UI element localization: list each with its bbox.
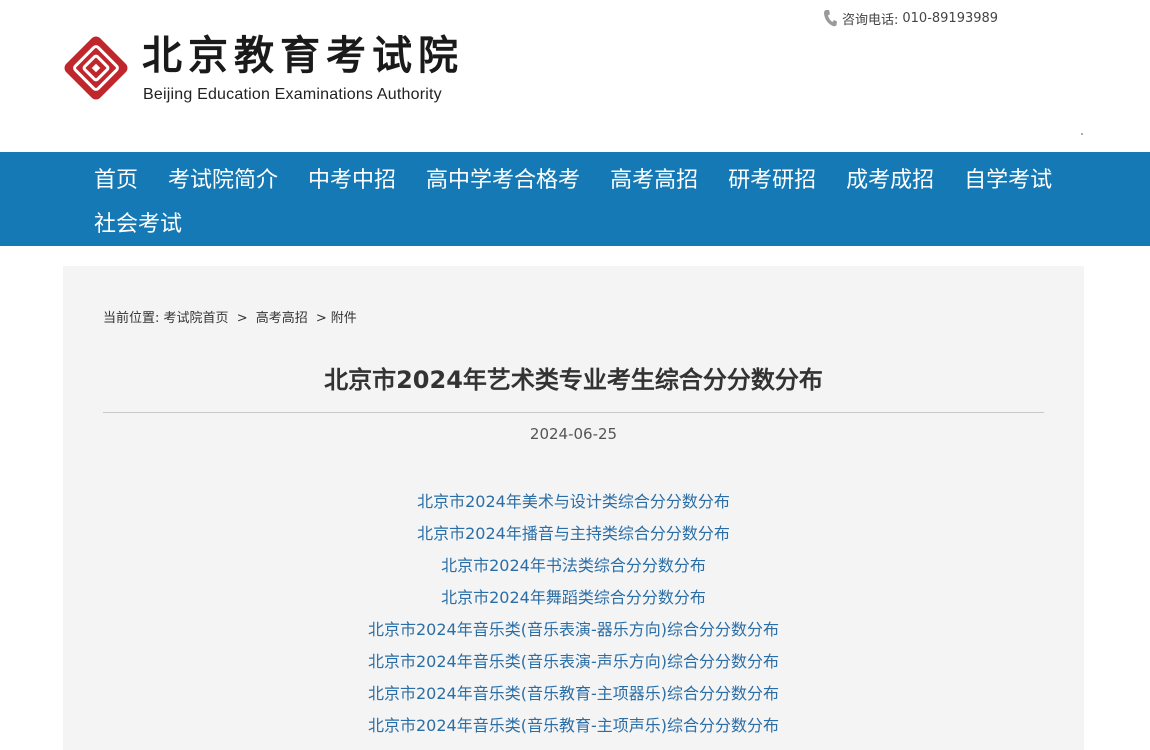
list-item: 北京市2024年书法类综合分分数分布 bbox=[63, 554, 1084, 586]
phone-icon bbox=[824, 10, 837, 27]
attachment-link[interactable]: 北京市2024年音乐类(音乐表演-声乐方向)综合分分数分布 bbox=[368, 652, 779, 671]
nav-item-yankao[interactable]: 研考研招 bbox=[728, 159, 816, 203]
nav-item-xuekao[interactable]: 高中学考合格考 bbox=[426, 159, 580, 203]
attachment-link[interactable]: 北京市2024年音乐类(音乐教育-主项声乐)综合分分数分布 bbox=[368, 716, 779, 735]
contact-phone: 010-89193989 bbox=[902, 10, 999, 26]
breadcrumb-current: 附件 bbox=[330, 311, 357, 326]
nav-item-shehui[interactable]: 社会考试 bbox=[94, 203, 182, 247]
breadcrumb: 当前位置: 考试院首页 > 高考高招 > 附件 bbox=[103, 307, 357, 326]
attachment-link[interactable]: 北京市2024年书法类综合分分数分布 bbox=[441, 556, 706, 575]
site-header: 北京教育考试院 Beijing Education Examinations A… bbox=[0, 0, 1150, 152]
list-item: 北京市2024年美术与设计类综合分分数分布 bbox=[63, 490, 1084, 522]
title-divider bbox=[103, 412, 1044, 413]
decorative-dot bbox=[1081, 133, 1083, 135]
list-item: 北京市2024年播音与主持类综合分分数分布 bbox=[63, 522, 1084, 554]
breadcrumb-prefix: 当前位置: bbox=[103, 311, 160, 326]
nav-list: 首页 考试院简介 中考中招 高中学考合格考 高考高招 研考研招 成考成招 自学考… bbox=[94, 159, 1094, 247]
site-logo[interactable]: 北京教育考试院 Beijing Education Examinations A… bbox=[62, 32, 482, 112]
logo-emblem-icon bbox=[64, 36, 128, 100]
nav-item-home[interactable]: 首页 bbox=[94, 159, 138, 203]
list-item: 北京市2024年音乐类(音乐教育-主项声乐)综合分分数分布 bbox=[63, 714, 1084, 746]
attachment-link[interactable]: 北京市2024年播音与主持类综合分分数分布 bbox=[417, 524, 730, 543]
contact-label: 咨询电话: bbox=[842, 12, 899, 28]
attachment-link[interactable]: 北京市2024年音乐类(音乐表演-器乐方向)综合分分数分布 bbox=[368, 620, 779, 639]
list-item: 北京市2024年音乐类(音乐教育-主项器乐)综合分分数分布 bbox=[63, 682, 1084, 714]
breadcrumb-link-home[interactable]: 考试院首页 bbox=[164, 311, 229, 326]
nav-item-zixue[interactable]: 自学考试 bbox=[964, 159, 1052, 203]
breadcrumb-separator: > bbox=[236, 311, 248, 326]
nav-item-about[interactable]: 考试院简介 bbox=[168, 159, 278, 203]
breadcrumb-link-gaokao[interactable]: 高考高招 bbox=[256, 311, 308, 326]
contact-info: 咨询电话: 010-89193989 bbox=[823, 8, 998, 28]
article-date: 2024-06-25 bbox=[529, 425, 618, 443]
breadcrumb-separator: > bbox=[315, 311, 327, 326]
logo-chinese-name: 北京教育考试院 bbox=[142, 32, 464, 79]
attachment-link[interactable]: 北京市2024年美术与设计类综合分分数分布 bbox=[417, 492, 730, 511]
nav-item-zhongkao[interactable]: 中考中招 bbox=[308, 159, 396, 203]
nav-item-gaokao[interactable]: 高考高招 bbox=[610, 159, 698, 203]
main-nav: 首页 考试院简介 中考中招 高中学考合格考 高考高招 研考研招 成考成招 自学考… bbox=[0, 152, 1150, 246]
article-title: 北京市2024年艺术类专业考生综合分分数分布 bbox=[324, 366, 823, 394]
list-item: 北京市2024年音乐类(音乐表演-声乐方向)综合分分数分布 bbox=[63, 650, 1084, 682]
attachment-list: 北京市2024年美术与设计类综合分分数分布 北京市2024年播音与主持类综合分分… bbox=[63, 490, 1084, 746]
logo-english-name: Beijing Education Examinations Authority bbox=[143, 86, 442, 103]
content-panel: 当前位置: 考试院首页 > 高考高招 > 附件 北京市2024年艺术类专业考生综合… bbox=[63, 266, 1084, 750]
attachment-link[interactable]: 北京市2024年音乐类(音乐教育-主项器乐)综合分分数分布 bbox=[368, 684, 779, 703]
list-item: 北京市2024年舞蹈类综合分分数分布 bbox=[63, 586, 1084, 618]
list-item: 北京市2024年音乐类(音乐表演-器乐方向)综合分分数分布 bbox=[63, 618, 1084, 650]
attachment-link[interactable]: 北京市2024年舞蹈类综合分分数分布 bbox=[441, 588, 706, 607]
nav-item-chengkao[interactable]: 成考成招 bbox=[846, 159, 934, 203]
